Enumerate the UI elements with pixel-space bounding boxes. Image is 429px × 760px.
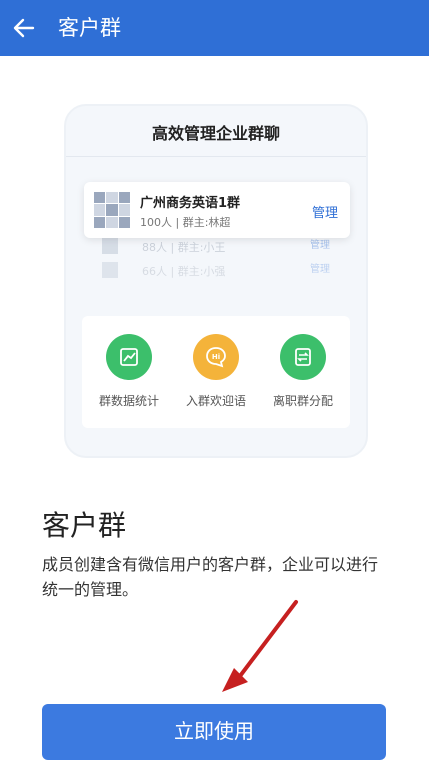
svg-text:Hi: Hi — [212, 353, 220, 361]
feature-preview: 高效管理企业群聊 88人 | 群主:小王 管理 66人 | 群主:小强 管理 广… — [64, 104, 368, 458]
feature-icon-circle — [106, 334, 152, 380]
annotation-arrow-icon — [222, 600, 298, 692]
group-avatar — [94, 192, 130, 228]
feature-welcome-message: Hi 入群欢迎语 — [174, 334, 258, 409]
use-now-button[interactable]: 立即使用 — [42, 704, 386, 760]
ghost-avatar — [102, 262, 118, 278]
feature-label: 群数据统计 — [98, 394, 159, 408]
chart-icon — [120, 348, 138, 366]
preview-title: 高效管理企业群聊 — [151, 124, 280, 143]
group-manage-link: 管理 — [311, 206, 338, 221]
ghost-group-row: 66人 | 群主:小强 管理 — [98, 258, 338, 282]
transfer-icon — [295, 348, 311, 366]
hi-bubble-icon: Hi — [206, 347, 226, 368]
group-name: 广州商务英语1群 — [140, 196, 241, 211]
feature-label: 离职群分配 — [272, 394, 333, 408]
feature-group-transfer: 离职群分配 — [261, 334, 345, 409]
ghost-row-text: 66人 | 群主:小强 — [142, 265, 226, 278]
ghost-row-text: 88人 | 群主:小王 — [142, 241, 226, 254]
group-info: 100人 | 群主:林超 — [140, 216, 231, 229]
section-description: 成员创建含有微信用户的客户群，企业可以进行统一的管理。 — [42, 555, 379, 599]
ghost-avatar — [102, 238, 118, 254]
ghost-row-manage: 管理 — [310, 264, 330, 275]
page-title: 客户群 — [58, 16, 121, 40]
group-card: 广州商务英语1群 100人 | 群主:林超 管理 — [84, 182, 350, 238]
section-title: 客户群 — [42, 509, 127, 542]
top-bar: 客户群 — [0, 0, 429, 56]
back-button[interactable] — [8, 12, 40, 44]
feature-icon-circle — [280, 334, 326, 380]
feature-label: 入群欢迎语 — [185, 394, 246, 408]
feature-grid: 群数据统计 Hi 入群欢迎语 离职群分配 — [82, 316, 350, 428]
ghost-row-manage: 管理 — [310, 240, 330, 251]
back-arrow-icon — [13, 18, 35, 38]
content-area: 高效管理企业群聊 88人 | 群主:小王 管理 66人 | 群主:小强 管理 广… — [0, 56, 429, 760]
feature-icon-circle: Hi — [193, 334, 239, 380]
preview-divider — [66, 156, 366, 157]
feature-data-stats: 群数据统计 — [87, 334, 171, 409]
